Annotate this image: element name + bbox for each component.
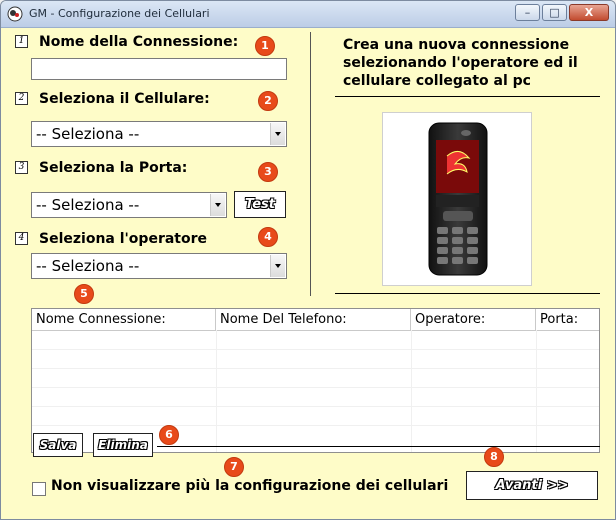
mobile-phone-icon <box>428 122 488 276</box>
table-col-divider <box>411 330 412 452</box>
table-col-divider <box>216 330 217 452</box>
close-button[interactable]: X <box>569 4 609 21</box>
phone-select-value: -- Seleziona -- <box>36 125 140 143</box>
operator-select[interactable]: -- Seleziona -- <box>31 253 287 279</box>
operator-select-value: -- Seleziona -- <box>36 257 140 275</box>
column-header-operator[interactable]: Operatore: <box>411 309 536 330</box>
table-header: Nome Connessione: Nome Del Telefono: Ope… <box>32 309 599 331</box>
callout-8: 8 <box>484 447 504 467</box>
step-number-4: 4 <box>15 232 28 245</box>
save-button[interactable]: Salva <box>33 433 83 457</box>
chevron-down-icon[interactable] <box>210 194 225 216</box>
actions-divider <box>157 446 600 447</box>
operator-select-label: Seleziona l'operatore <box>39 231 208 247</box>
maximize-button[interactable]: □ <box>542 4 567 21</box>
chevron-down-icon[interactable] <box>270 123 285 145</box>
phone-image <box>382 112 532 286</box>
step-number-1: 1 <box>15 35 28 48</box>
close-icon: X <box>584 6 594 19</box>
minimize-button[interactable]: – <box>515 4 540 21</box>
title-bar[interactable]: GM - Configurazione dei Cellulari – □ X <box>1 1 615 28</box>
app-window: GM - Configurazione dei Cellulari – □ X … <box>0 0 616 520</box>
chevron-down-icon[interactable] <box>270 255 285 277</box>
phone-select-label: Seleziona il Cellulare: <box>39 91 210 107</box>
table-row-divider <box>32 349 599 350</box>
callout-1: 1 <box>255 36 275 56</box>
delete-button[interactable]: Elimina <box>93 433 153 457</box>
table-row-divider <box>32 368 599 369</box>
minimize-icon: – <box>524 6 531 19</box>
step-number-3: 3 <box>15 161 28 174</box>
table-row-divider <box>32 387 599 388</box>
vertical-divider <box>310 32 311 296</box>
connection-name-input[interactable] <box>31 58 287 80</box>
callout-7: 7 <box>224 457 244 477</box>
port-select-label: Seleziona la Porta: <box>39 160 188 176</box>
maximize-icon: □ <box>549 6 560 19</box>
description-text: Crea una nuova connessione selezionando … <box>343 37 578 89</box>
main-content: 1 Nome della Connessione: 1 2 Seleziona … <box>1 28 615 519</box>
description-divider <box>335 96 600 97</box>
callout-2: 2 <box>258 91 278 111</box>
table-row-divider <box>32 425 599 426</box>
photo-divider <box>335 293 600 294</box>
port-select[interactable]: -- Seleziona -- <box>31 192 227 218</box>
callout-6: 6 <box>159 425 179 445</box>
hide-config-label[interactable]: Non visualizzare più la configurazione d… <box>51 478 448 494</box>
callout-5: 5 <box>74 284 94 304</box>
window-title: GM - Configurazione dei Cellulari <box>29 7 210 20</box>
connection-name-label: Nome della Connessione: <box>39 34 239 50</box>
phone-select[interactable]: -- Seleziona -- <box>31 121 287 147</box>
hide-config-checkbox[interactable] <box>32 482 46 496</box>
next-button[interactable]: Avanti >> <box>466 471 598 500</box>
port-select-value: -- Seleziona -- <box>36 196 140 214</box>
table-row-divider <box>32 406 599 407</box>
callout-4: 4 <box>258 227 278 247</box>
step-number-2: 2 <box>15 92 28 105</box>
connections-table[interactable]: Nome Connessione: Nome Del Telefono: Ope… <box>31 308 600 453</box>
test-button[interactable]: Test <box>234 191 286 218</box>
app-logo-icon <box>7 6 23 22</box>
column-header-connection-name[interactable]: Nome Connessione: <box>32 309 216 330</box>
table-col-divider <box>536 330 537 452</box>
column-header-phone-name[interactable]: Nome Del Telefono: <box>216 309 411 330</box>
column-header-port[interactable]: Porta: <box>536 309 599 330</box>
callout-3: 3 <box>258 162 278 182</box>
